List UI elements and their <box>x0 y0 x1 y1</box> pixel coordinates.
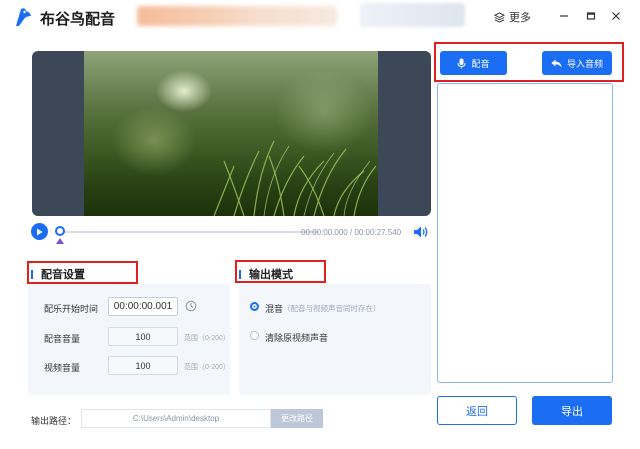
more-label: 更多 <box>509 9 531 25</box>
player-controls: 00:00:00.000 / 00:00:27.540 <box>31 223 431 243</box>
export-button[interactable]: 导出 <box>532 396 612 425</box>
video-volume-label: 视频音量 <box>44 361 80 374</box>
blurred-banner <box>137 6 337 26</box>
close-icon <box>611 11 621 21</box>
radio-clear-original[interactable] <box>250 331 259 340</box>
layers-icon <box>494 12 505 23</box>
volume-icon[interactable] <box>413 225 429 239</box>
video-preview <box>32 51 431 216</box>
radio-mix[interactable] <box>250 302 259 311</box>
option-mix-note: （配音与视频声音同时存在） <box>283 303 381 314</box>
app-logo-icon <box>12 6 34 28</box>
video-grass <box>84 131 378 216</box>
dub-label: 配音 <box>471 57 489 70</box>
output-path-label: 输出路径： <box>31 414 76 427</box>
time-display: 00:00:00.000 / 00:00:27.540 <box>301 228 401 237</box>
dub-volume-input[interactable]: 100 <box>108 327 178 346</box>
progress-knob[interactable] <box>55 226 65 236</box>
output-path-field[interactable]: C:\Users\Admin\desktop <box>81 409 271 428</box>
change-path-button[interactable]: 更改路径 <box>271 409 323 428</box>
reply-arrow-icon <box>551 59 562 68</box>
dub-volume-label: 配音音量 <box>44 332 80 345</box>
video-volume-range: 范围（0-200） <box>184 362 230 372</box>
start-time-input[interactable]: 00:00:00.001 <box>108 297 178 316</box>
back-button[interactable]: 返回 <box>437 396 517 425</box>
minimize-button[interactable] <box>556 8 572 24</box>
dub-volume-range: 范围（0-200） <box>184 333 230 343</box>
maximize-button[interactable] <box>583 8 599 24</box>
video-volume-input[interactable]: 100 <box>108 356 178 375</box>
audio-list-panel[interactable] <box>437 83 613 383</box>
import-audio-label: 导入音频 <box>567 57 603 70</box>
start-marker[interactable] <box>56 238 64 244</box>
clock-icon[interactable] <box>185 300 197 312</box>
start-time-label: 配乐开始时间 <box>44 302 98 315</box>
minimize-icon <box>559 11 569 21</box>
progress-track[interactable] <box>59 231 319 233</box>
import-audio-button[interactable]: 导入音频 <box>542 51 612 75</box>
option-clear-label[interactable]: 清除原视频声音 <box>265 331 328 344</box>
app-title: 布谷鸟配音 <box>40 8 115 29</box>
dub-button[interactable]: 配音 <box>440 51 507 75</box>
settings-highlight <box>27 261 138 284</box>
title-bar: 布谷鸟配音 更多 <box>0 0 640 33</box>
blurred-region <box>360 3 465 27</box>
maximize-icon <box>586 11 596 21</box>
play-icon <box>36 228 43 236</box>
close-button[interactable] <box>608 8 624 24</box>
output-mode-highlight <box>235 260 326 283</box>
play-button[interactable] <box>31 223 48 240</box>
microphone-icon <box>457 58 466 69</box>
more-menu-button[interactable]: 更多 <box>494 9 531 25</box>
option-mix-label[interactable]: 混音 <box>265 302 283 315</box>
